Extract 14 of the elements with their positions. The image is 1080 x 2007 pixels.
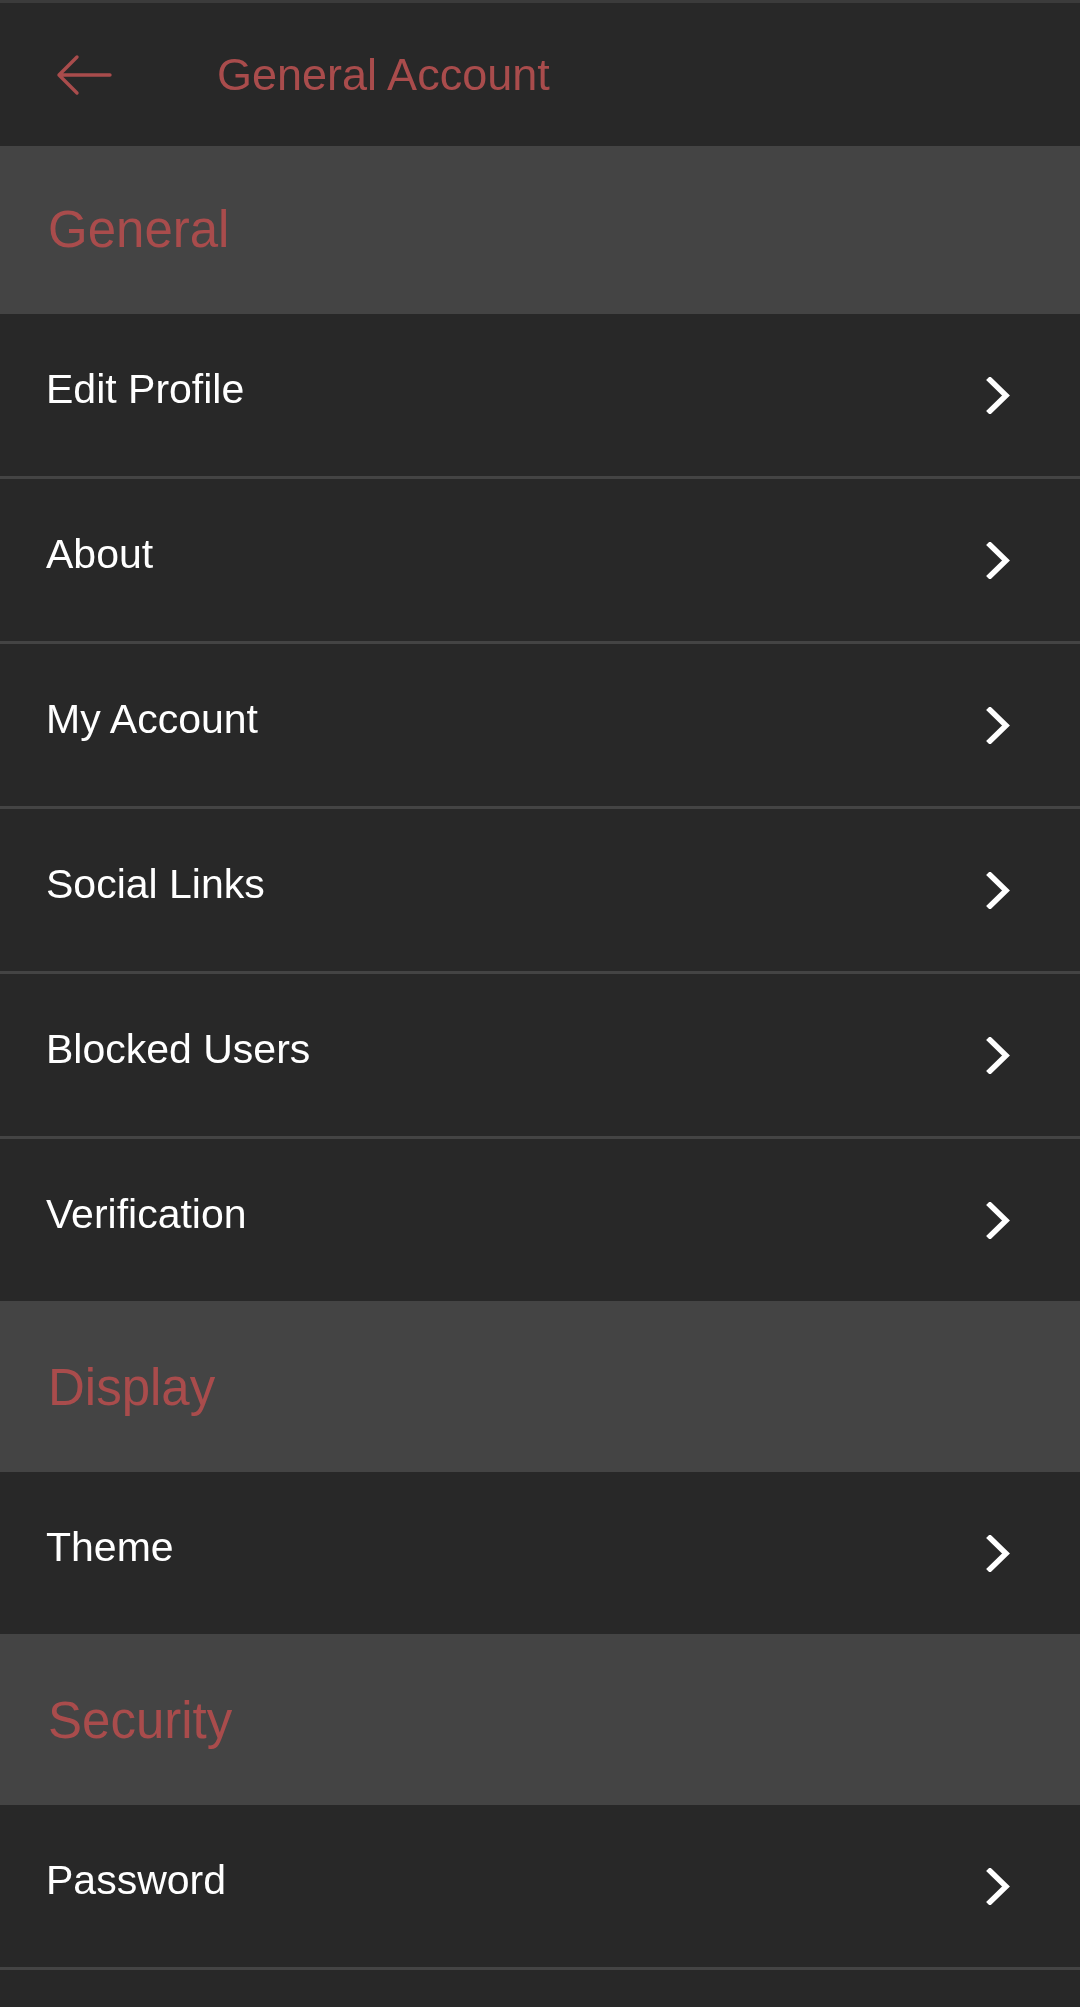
arrow-left-icon bbox=[55, 53, 112, 96]
back-button[interactable] bbox=[55, 53, 112, 96]
chevron-right-icon bbox=[986, 871, 1011, 909]
section-title: Display bbox=[48, 1357, 216, 1418]
screen-title: General Account bbox=[217, 47, 550, 102]
chevron-right-icon bbox=[986, 706, 1011, 744]
section-title: Security bbox=[48, 1690, 233, 1751]
chevron-right-icon bbox=[986, 376, 1011, 414]
chevron-right-icon bbox=[986, 1036, 1011, 1074]
section-title: General bbox=[48, 199, 230, 260]
chevron-right-icon bbox=[986, 1201, 1011, 1239]
chevron-right-icon bbox=[986, 541, 1011, 579]
chevron-right-icon bbox=[986, 1867, 1011, 1905]
chevron-right-icon bbox=[986, 1534, 1011, 1572]
